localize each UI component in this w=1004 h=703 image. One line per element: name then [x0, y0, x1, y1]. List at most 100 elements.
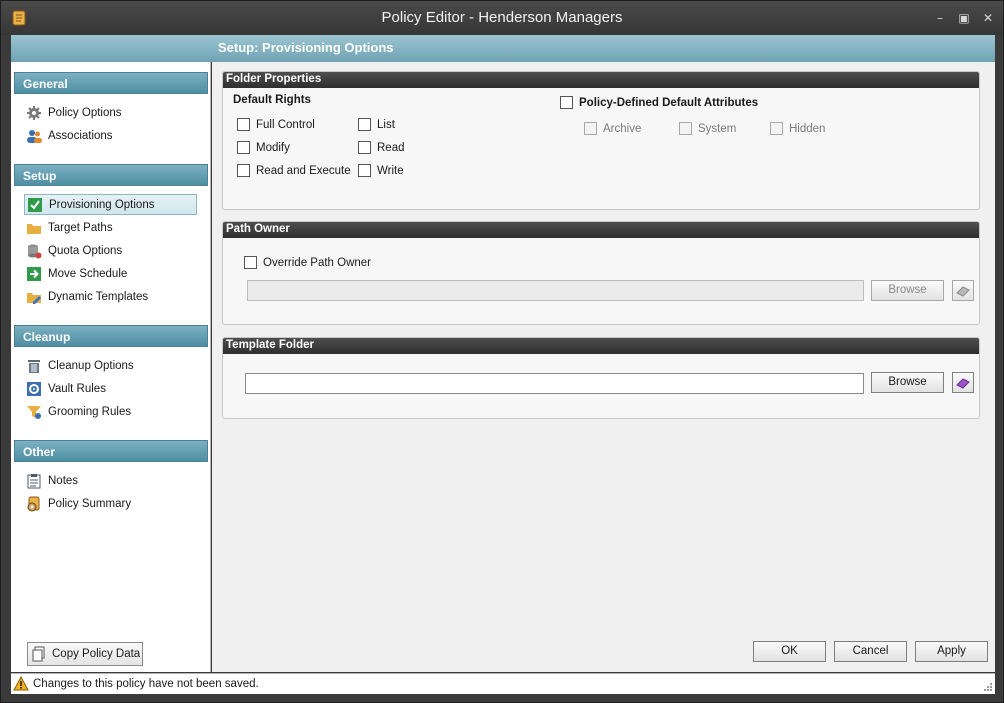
checkbox-list[interactable]: List	[358, 118, 395, 131]
sidebar-item-target-paths[interactable]: Target Paths	[24, 217, 197, 238]
sidebar-item-provisioning-options[interactable]: Provisioning Options	[24, 194, 197, 215]
sidebar-item-label: Policy Summary	[48, 497, 132, 510]
path-owner-clear-button[interactable]	[952, 280, 974, 301]
sidebar-item-label: Provisioning Options	[49, 198, 155, 211]
checkmark-icon	[28, 197, 42, 212]
checkbox-label: Read and Execute	[256, 164, 351, 177]
path-owner-group: Path Owner Override Path Owner Browse	[222, 221, 980, 325]
sidebar-item-policy-summary[interactable]: Policy Summary	[24, 493, 197, 514]
window-title: Policy Editor - Henderson Managers	[381, 9, 623, 26]
path-owner-input[interactable]	[247, 280, 864, 301]
checkbox-modify[interactable]: Modify	[237, 141, 290, 154]
checkbox-label: List	[377, 118, 395, 131]
checkbox-box[interactable]	[237, 118, 250, 131]
sidebar: General Policy Options Associations Setu…	[11, 62, 211, 672]
section-cleanup: Cleanup	[14, 325, 208, 347]
close-icon[interactable]: ✕	[981, 11, 995, 25]
default-rights-label: Default Rights	[233, 94, 311, 106]
sidebar-item-label: Associations	[48, 129, 113, 142]
ok-button[interactable]: OK	[753, 641, 826, 662]
apply-label: Apply	[937, 645, 966, 657]
notes-icon	[27, 473, 41, 488]
warning-icon	[13, 676, 29, 691]
group-title: Folder Properties	[223, 72, 979, 88]
funnel-icon	[27, 405, 41, 419]
sidebar-item-label: Grooming Rules	[48, 405, 132, 418]
section-general: General	[14, 72, 208, 94]
checkbox-label: Hidden	[789, 122, 826, 135]
checkbox-label: Modify	[256, 141, 290, 154]
checkbox-label: Override Path Owner	[263, 256, 372, 269]
apply-button[interactable]: Apply	[915, 641, 988, 662]
checkbox-label: System	[698, 122, 737, 135]
policy-editor-window: Policy Editor - Henderson Managers – ▣ ✕…	[0, 0, 1004, 703]
copy-policy-data-button[interactable]: Copy Policy Data	[27, 642, 143, 666]
checkbox-label: Full Control	[256, 118, 315, 131]
checkbox-read-and-execute[interactable]: Read and Execute	[237, 164, 351, 177]
sidebar-item-move-schedule[interactable]: Move Schedule	[24, 263, 197, 284]
browse-label: Browse	[888, 376, 927, 388]
sidebar-item-label: Dynamic Templates	[48, 290, 149, 303]
checkbox-label: Write	[377, 164, 404, 177]
minimize-icon[interactable]: –	[933, 11, 947, 25]
checkbox-box[interactable]	[244, 256, 257, 269]
checkbox-write[interactable]: Write	[358, 164, 404, 177]
checkbox-box[interactable]	[679, 122, 692, 135]
checkbox-override-path-owner[interactable]: Override Path Owner	[244, 256, 371, 269]
sidebar-item-vault-rules[interactable]: Vault Rules	[24, 378, 197, 399]
sidebar-item-grooming-rules[interactable]: Grooming Rules	[24, 401, 197, 422]
sidebar-item-associations[interactable]: Associations	[24, 125, 197, 146]
section-setup: Setup	[14, 164, 208, 186]
sidebar-item-label: Vault Rules	[48, 382, 106, 395]
checkbox-box[interactable]	[358, 118, 371, 131]
checkbox-archive[interactable]: Archive	[584, 122, 641, 135]
cancel-button[interactable]: Cancel	[834, 641, 907, 662]
summary-icon	[27, 496, 40, 511]
path-owner-browse-button[interactable]: Browse	[871, 280, 944, 301]
template-folder-clear-button[interactable]	[952, 372, 974, 393]
sidebar-item-quota-options[interactable]: Quota Options	[24, 240, 197, 261]
status-bar: Changes to this policy have not been sav…	[11, 673, 995, 694]
sidebar-item-cleanup-options[interactable]: Cleanup Options	[24, 355, 197, 376]
page-title: Setup: Provisioning Options	[218, 40, 394, 55]
sidebar-item-label: Target Paths	[48, 221, 113, 234]
sidebar-item-policy-options[interactable]: Policy Options	[24, 102, 197, 123]
users-icon	[27, 129, 42, 143]
sidebar-item-notes[interactable]: Notes	[24, 470, 197, 491]
checkbox-full-control[interactable]: Full Control	[237, 118, 315, 131]
checkbox-box[interactable]	[237, 141, 250, 154]
ok-label: OK	[781, 645, 798, 657]
arrow-right-icon	[27, 266, 41, 281]
checkbox-hidden[interactable]: Hidden	[770, 122, 825, 135]
checkbox-box[interactable]	[560, 96, 573, 109]
folder-properties-group: Folder Properties Default Rights Full Co…	[222, 71, 980, 210]
checkbox-box[interactable]	[584, 122, 597, 135]
folder-icon	[27, 223, 41, 234]
template-folder-group: Template Folder Browse	[222, 337, 980, 419]
sidebar-item-label: Cleanup Options	[48, 359, 134, 372]
sidebar-item-label: Notes	[48, 474, 79, 487]
checkbox-label: Policy-Defined Default Attributes	[579, 96, 759, 109]
checkbox-policy-defined-attributes[interactable]: Policy-Defined Default Attributes	[560, 96, 758, 109]
template-folder-browse-button[interactable]: Browse	[871, 372, 944, 393]
browse-label: Browse	[888, 284, 927, 296]
trash-icon	[28, 359, 40, 373]
template-folder-input[interactable]	[245, 373, 864, 394]
vault-icon	[27, 381, 41, 396]
checkbox-system[interactable]: System	[679, 122, 736, 135]
checkbox-box[interactable]	[770, 122, 783, 135]
sidebar-item-label: Quota Options	[48, 244, 123, 257]
eraser-icon	[956, 285, 970, 297]
copy-button-label: Copy Policy Data	[52, 648, 141, 660]
group-title: Template Folder	[223, 338, 979, 354]
gear-icon	[27, 105, 41, 120]
checkbox-box[interactable]	[358, 141, 371, 154]
sidebar-item-label: Policy Options	[48, 106, 122, 119]
checkbox-read[interactable]: Read	[358, 141, 405, 154]
maximize-icon[interactable]: ▣	[957, 11, 971, 25]
resize-grip-icon[interactable]	[983, 682, 993, 692]
checkbox-box[interactable]	[358, 164, 371, 177]
sidebar-item-dynamic-templates[interactable]: Dynamic Templates	[24, 286, 197, 307]
checkbox-box[interactable]	[237, 164, 250, 177]
title-bar[interactable]: Policy Editor - Henderson Managers – ▣ ✕	[1, 1, 1003, 35]
